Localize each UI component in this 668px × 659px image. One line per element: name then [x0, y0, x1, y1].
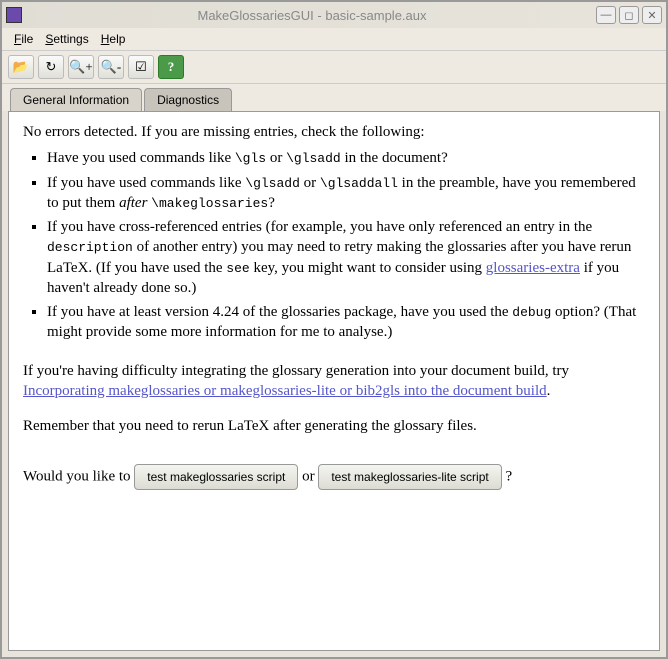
- zoom-in-icon[interactable]: 🔍+: [68, 55, 94, 79]
- intro-text: No errors detected. If you are missing e…: [23, 122, 645, 142]
- list-item: If you have cross-referenced entries (fo…: [47, 217, 645, 298]
- code: description: [47, 240, 133, 255]
- titlebar: MakeGlossariesGUI - basic-sample.aux — ◻…: [2, 2, 666, 28]
- tab-diagnostics[interactable]: Diagnostics: [144, 88, 232, 111]
- menu-help[interactable]: Help: [97, 30, 130, 48]
- code: \gls: [235, 151, 266, 166]
- code: debug: [512, 305, 551, 320]
- glossaries-extra-link[interactable]: glossaries-extra: [486, 260, 580, 276]
- list-item: If you have at least version 4.24 of the…: [47, 302, 645, 343]
- test-makeglossaries-lite-button[interactable]: test makeglossaries-lite script: [318, 464, 501, 490]
- menu-settings[interactable]: Settings: [41, 30, 92, 48]
- code: \glsadd: [245, 176, 300, 191]
- toolbar: 📂 ↻ 🔍+ 🔍- ☑ ?: [2, 51, 666, 84]
- tabstrip: General Information Diagnostics: [2, 84, 666, 111]
- open-icon[interactable]: 📂: [8, 55, 34, 79]
- refresh-icon[interactable]: ↻: [38, 55, 64, 79]
- app-icon: [6, 7, 22, 23]
- help-icon[interactable]: ?: [158, 55, 184, 79]
- content-pane: No errors detected. If you are missing e…: [8, 111, 660, 651]
- paragraph-rerun: Remember that you need to rerun LaTeX af…: [23, 416, 645, 436]
- checklist: Have you used commands like \gls or \gls…: [47, 148, 645, 342]
- close-button[interactable]: ✕: [642, 6, 662, 24]
- paragraph-integration: If you're having difficulty integrating …: [23, 361, 645, 402]
- incorporating-link[interactable]: Incorporating makeglossaries or makeglos…: [23, 383, 547, 399]
- list-item: If you have used commands like \glsadd o…: [47, 173, 645, 214]
- code: \makeglossaries: [151, 196, 268, 211]
- minimize-button[interactable]: —: [596, 6, 616, 24]
- window-title: MakeGlossariesGUI - basic-sample.aux: [28, 8, 596, 23]
- test-row: Would you like to test makeglossaries sc…: [23, 464, 645, 490]
- app-window: MakeGlossariesGUI - basic-sample.aux — ◻…: [0, 0, 668, 659]
- code: \glsadd: [286, 151, 341, 166]
- code: see: [226, 261, 249, 276]
- code: \glsaddall: [320, 176, 398, 191]
- maximize-button[interactable]: ◻: [619, 6, 639, 24]
- menu-file[interactable]: File: [10, 30, 37, 48]
- tab-general-information[interactable]: General Information: [10, 88, 142, 111]
- zoom-out-icon[interactable]: 🔍-: [98, 55, 124, 79]
- test-makeglossaries-button[interactable]: test makeglossaries script: [134, 464, 298, 490]
- list-item: Have you used commands like \gls or \gls…: [47, 148, 645, 168]
- options-icon[interactable]: ☑: [128, 55, 154, 79]
- menubar: File Settings Help: [2, 28, 666, 51]
